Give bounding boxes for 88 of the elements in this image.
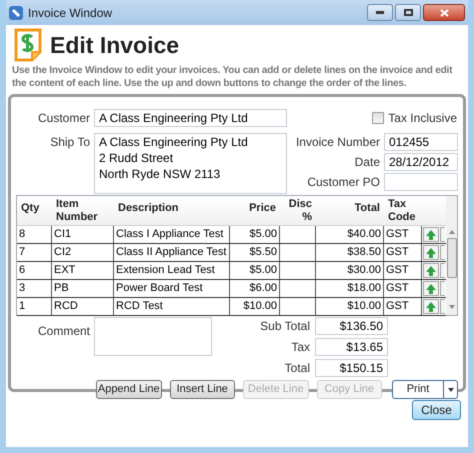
move-down-button[interactable] [440, 227, 445, 242]
invoice-number-field[interactable]: 012455 [384, 133, 458, 151]
table-cell: 3 [17, 280, 52, 297]
window-title: Invoice Window [28, 4, 112, 22]
table-cell: CI1 [52, 226, 114, 243]
dollar-document-icon [14, 28, 42, 62]
column-header[interactable]: Tax Code [388, 198, 418, 224]
move-down-button[interactable] [440, 299, 445, 314]
move-up-button[interactable] [423, 281, 439, 296]
table-cell: $10.00 [230, 298, 280, 315]
table-cell: GST [384, 226, 422, 243]
scrollbar[interactable] [446, 196, 457, 315]
action-button[interactable]: Append Line [96, 380, 162, 399]
table-cell: GST [384, 298, 422, 315]
ship-to-field[interactable]: A Class Engineering Pty Ltd 2 Rudd Street North Ryde NSW 2113 [94, 133, 287, 194]
move-up-button[interactable] [423, 263, 439, 278]
table-cell: Class I Appliance Test [114, 226, 230, 243]
close-button[interactable]: Close [412, 400, 461, 420]
minimize-button[interactable] [367, 4, 393, 21]
table-cell: PB [52, 280, 114, 297]
table-cell: $5.00 [230, 262, 280, 279]
table-cell: 6 [17, 262, 52, 279]
field-label: Customer PO [307, 174, 380, 191]
field-label: Comment [36, 323, 90, 340]
table-cell: Power Board Test [114, 280, 230, 297]
date-field[interactable]: 28/12/2012 [384, 153, 458, 171]
total-field: $136.50 [315, 317, 388, 335]
total-field: $150.15 [315, 359, 388, 377]
column-header[interactable]: Description [118, 202, 179, 215]
move-down-button[interactable] [440, 281, 445, 296]
column-header[interactable]: Disc % [284, 198, 312, 224]
window-icon [9, 6, 23, 20]
field-label: Customer [36, 110, 90, 127]
page-title: Edit Invoice [50, 30, 180, 60]
table-cell: Class II Appliance Test [114, 244, 230, 261]
table-cell: GST [384, 280, 422, 297]
field-label: Invoice Number [296, 134, 380, 151]
minimize-icon [376, 11, 384, 14]
table-cell: 7 [17, 244, 52, 261]
table-cell: $18.00 [316, 280, 384, 297]
field-label: Ship To [49, 134, 90, 151]
column-header[interactable]: Item Number [56, 198, 110, 224]
move-up-button[interactable] [423, 227, 439, 242]
move-down-button[interactable] [440, 245, 445, 260]
table-cell: $38.50 [316, 244, 384, 261]
field-label: Total [284, 360, 310, 377]
table-cell: $40.00 [316, 226, 384, 243]
table-cell: EXT [52, 262, 114, 279]
print-button[interactable]: Print [392, 380, 444, 399]
column-header[interactable]: Total [354, 202, 380, 215]
table-cell: $10.00 [316, 298, 384, 315]
column-header[interactable]: Qty [21, 202, 40, 215]
table-cell: GST [384, 244, 422, 261]
print-options-button[interactable] [444, 380, 458, 399]
close-window-button[interactable] [423, 4, 465, 21]
close-icon [440, 8, 448, 16]
table-cell: 1 [17, 298, 52, 315]
scroll-up-icon [448, 230, 454, 234]
description-text: Use the Invoice Window to edit your invoices. You can add or delete lines on the invoice and edit the content of each line. Use the up and down buttons to change the order of the lines. [11, 64, 454, 90]
customer-field[interactable]: A Class Engineering Pty Ltd [94, 109, 287, 127]
table-cell: GST [384, 262, 422, 279]
caret-icon [448, 388, 454, 392]
column-header[interactable]: Price [249, 202, 276, 215]
table-cell: $5.00 [230, 226, 280, 243]
table-cell: $30.00 [316, 262, 384, 279]
table-cell: RCD [52, 298, 114, 315]
maximize-button[interactable] [395, 4, 421, 21]
table-cell: Extension Lead Test [114, 262, 230, 279]
tax-inclusive-checkbox[interactable] [372, 112, 384, 124]
comment-field[interactable] [94, 317, 212, 356]
field-label: Sub Total [259, 318, 310, 335]
scroll-down-icon [448, 305, 454, 309]
table-cell: $6.00 [230, 280, 280, 297]
checkbox-label: Tax Inclusive [388, 110, 457, 127]
action-button[interactable]: Insert Line [170, 380, 235, 399]
field-label: Date [354, 154, 380, 171]
scroll-thumb[interactable] [446, 238, 456, 278]
table-cell: 8 [17, 226, 52, 243]
move-up-button[interactable] [423, 245, 439, 260]
move-down-button[interactable] [440, 263, 445, 278]
maximize-icon [404, 9, 412, 16]
table-cell: CI2 [52, 244, 114, 261]
customer-po-field[interactable] [384, 173, 458, 191]
move-up-button[interactable] [423, 299, 439, 314]
field-label: Tax [290, 339, 310, 356]
table-cell: RCD Test [114, 298, 230, 315]
total-field: $13.65 [315, 338, 388, 356]
table-cell: $5.50 [230, 244, 280, 261]
